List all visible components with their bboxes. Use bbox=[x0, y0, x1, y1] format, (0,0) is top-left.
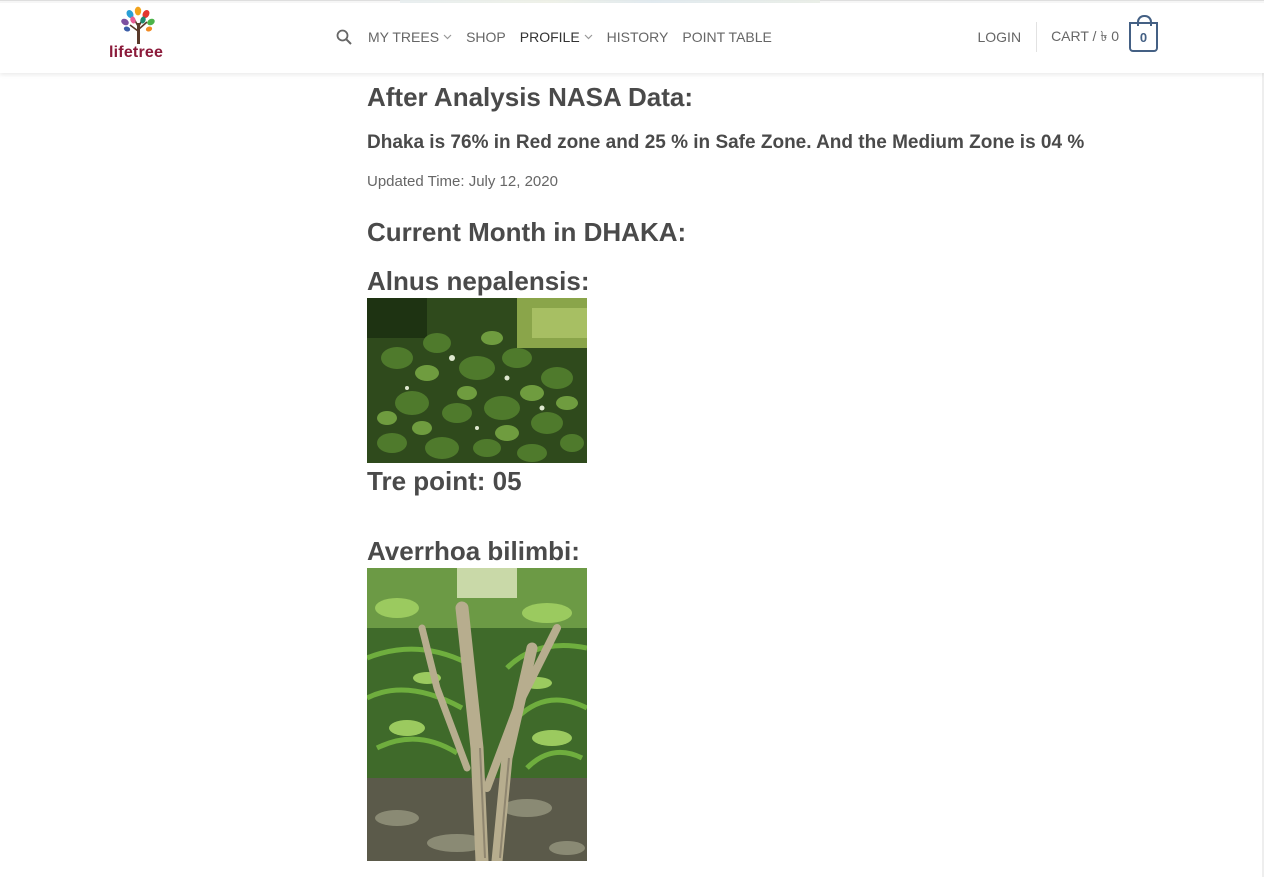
nav-history-label: HISTORY bbox=[606, 29, 669, 45]
alnus-leaves-image bbox=[367, 298, 587, 463]
nav-my-trees-label: MY TREES bbox=[368, 29, 440, 45]
nav-divider bbox=[1036, 22, 1038, 52]
nav-point-table-label: POINT TABLE bbox=[682, 29, 772, 45]
cart-count: 0 bbox=[1139, 29, 1148, 45]
page: lifetree MY TREES SHOP PROFILE HISTORY P… bbox=[0, 0, 1264, 877]
zone-summary: Dhaka is 76% in Red zone and 25 % in Saf… bbox=[367, 132, 1085, 153]
cart-button[interactable]: CART / ৳ 0 0 bbox=[1051, 15, 1158, 52]
current-month-heading: Current Month in DHAKA: bbox=[367, 217, 687, 247]
nav-point-table[interactable]: POINT TABLE bbox=[682, 29, 771, 45]
tree-points-alnus: Tre point: 05 bbox=[367, 466, 522, 496]
tree-photo-alnus bbox=[367, 298, 587, 463]
logo-wordmark: lifetree bbox=[109, 44, 164, 61]
nav-shop-label: SHOP bbox=[466, 29, 506, 45]
analysis-heading: After Analysis NASA Data: bbox=[367, 82, 694, 112]
averrhoa-tree-image bbox=[367, 568, 587, 861]
main-nav: MY TREES SHOP PROFILE HISTORY POINT TABL… bbox=[336, 29, 786, 45]
tree-name-averrhoa: Averrhoa bilimbi: bbox=[367, 536, 580, 566]
nav-profile-label: PROFILE bbox=[519, 29, 580, 45]
nav-my-trees[interactable]: MY TREES bbox=[368, 29, 452, 45]
tree-photo-averrhoa bbox=[367, 568, 587, 861]
cart-count-badge: 0 bbox=[1129, 15, 1158, 52]
search-icon bbox=[336, 29, 352, 45]
login-link[interactable]: LOGIN bbox=[977, 29, 1021, 45]
nav-profile[interactable]: PROFILE bbox=[520, 29, 593, 45]
tree-logo-icon bbox=[121, 6, 155, 44]
cart-label: CART / ৳ 0 bbox=[1051, 28, 1119, 44]
account-nav: LOGIN CART / ৳ 0 0 bbox=[977, 15, 1158, 54]
search-button[interactable] bbox=[336, 29, 352, 45]
tree-name-alnus: Alnus nepalensis: bbox=[367, 266, 590, 296]
updated-time: Updated Time: July 12, 2020 bbox=[367, 173, 558, 190]
chevron-down-icon bbox=[584, 34, 593, 40]
site-header: lifetree MY TREES SHOP PROFILE HISTORY P… bbox=[0, 3, 1264, 73]
nav-history[interactable]: HISTORY bbox=[607, 29, 669, 45]
logo[interactable]: lifetree bbox=[106, 5, 176, 65]
nav-shop[interactable]: SHOP bbox=[466, 29, 506, 45]
chevron-down-icon bbox=[443, 34, 452, 40]
